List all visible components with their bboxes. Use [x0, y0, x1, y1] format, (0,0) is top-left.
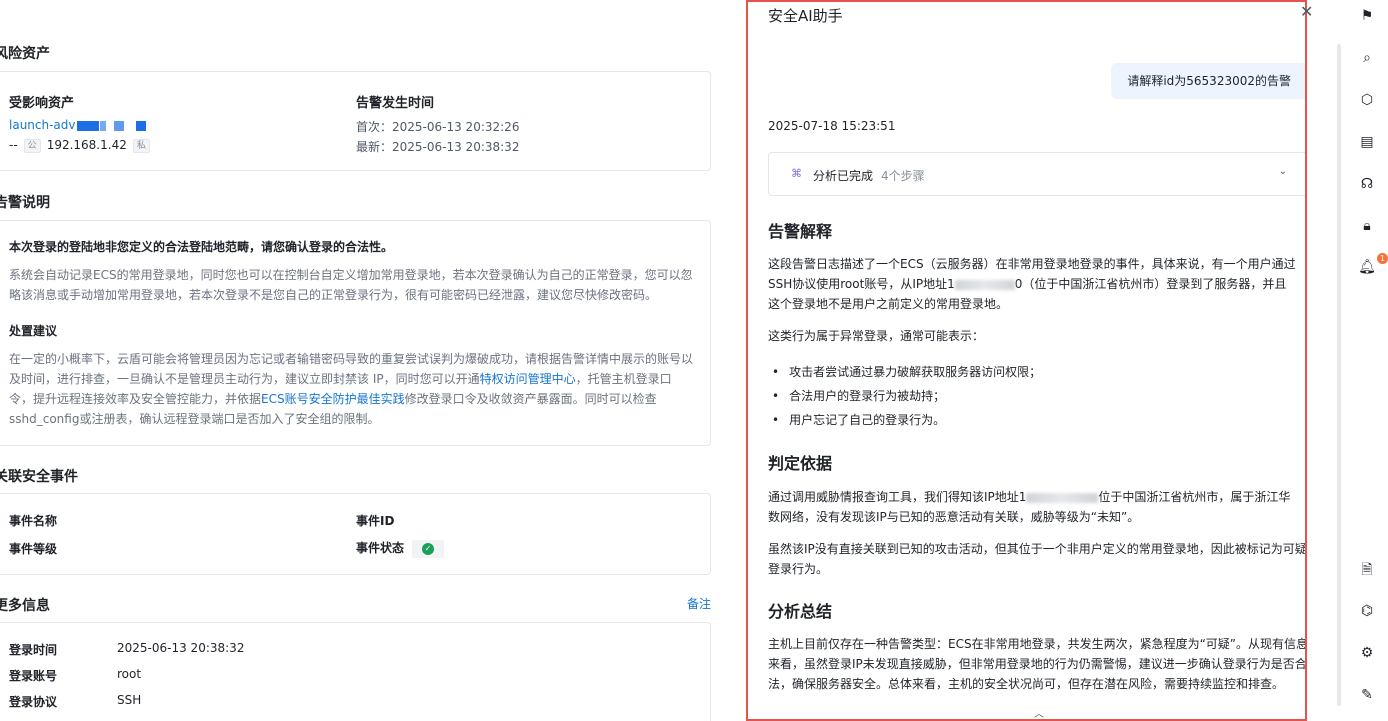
public-tag: 公: [23, 138, 41, 153]
summary-line2: 来看，虽然登录IP未发现直接威胁，但非常用登录地的行为仍需警惕，建议进一步确认登…: [768, 657, 1307, 671]
heading-summary: 分析总结: [768, 602, 833, 621]
advice-line3: 令，提升远程连接效率及安全管控能力，并依据ECS账号安全防护最佳实践修改登录口令…: [9, 392, 657, 406]
event-name-label: 事件名称: [9, 514, 58, 528]
right-toolbar: ⚑ ⌕ ⬡ ▤ ☊ 🔒︎ 🔔︎ 🗎 ⌬ ⚙ ✎: [1350, 0, 1388, 721]
flag-icon[interactable]: ⚑: [1358, 7, 1376, 25]
list-item: 攻击者尝试通过暴力破解获取服务器访问权限；: [772, 363, 1041, 380]
remark-link[interactable]: 备注: [687, 595, 711, 612]
asset-ip: 192.168.1.42: [46, 138, 127, 152]
advice-title: 处置建议: [9, 324, 58, 338]
headset-icon[interactable]: ☊: [1358, 175, 1376, 193]
alert-desc-card: 本次登录的登陆地非您定义的合法登陆地范畴，请您确认登录的合法性。 系统会自动记录…: [0, 220, 711, 446]
document-icon[interactable]: ▤: [1358, 133, 1376, 151]
settings-icon[interactable]: ⚙: [1358, 644, 1376, 662]
list-item: 合法用户的登录行为被劫持；: [772, 387, 945, 404]
login-protocol-value: SSH: [117, 693, 142, 707]
search-icon[interactable]: ⌕: [1358, 49, 1376, 67]
file-icon[interactable]: 🗎: [1358, 561, 1376, 579]
explain-line4: 这类行为属于异常登录，通常可能表示：: [768, 329, 985, 343]
chevron-up-icon[interactable]: ︿: [1034, 705, 1044, 720]
cube-icon[interactable]: ⬡: [1358, 91, 1376, 109]
explain-line3: 这个登录地不是用户之前定义的常用登录地。: [768, 297, 1009, 311]
summary-line3: 法，确保服务器安全。总体来看，主机的安全状况尚可，但存在潜在风险，需要持续监控和…: [768, 677, 1285, 691]
desc-line1: 系统会自动记录ECS的常用登录地，同时您也可以在控制台自定义增加常用登录地，若本…: [9, 268, 693, 282]
heading-explain: 告警解释: [768, 222, 833, 241]
close-icon[interactable]: ✕: [1300, 2, 1313, 21]
login-time-label: 登录时间: [9, 643, 58, 657]
explain-line1: 这段告警日志描述了一个ECS（云服务器）在非常用登录地登录的事件，具体来说，有一…: [768, 257, 1296, 271]
alert-time-label: 告警发生时间: [356, 96, 435, 111]
private-tag: 私: [132, 138, 150, 153]
login-protocol-label: 登录协议: [9, 695, 58, 709]
user-message-bubble: 请解释id为565323002的告警: [1111, 63, 1305, 99]
ai-assistant-panel: 安全AI助手 请解释id为565323002的告警 2025-07-18 15:…: [746, 0, 1307, 721]
basis-line1: 通过调用威胁情报查询工具，我们得知该IP地址1 位于中国浙江省杭州市，属于浙江华: [768, 490, 1291, 504]
related-events-card: 事件名称 事件ID 事件等级 事件状态 ✓: [0, 493, 711, 575]
alert-detail-panel: 风险资产 受影响资产 launch-adv -- 公 192.168.1.42 私 告…: [0, 0, 722, 721]
event-status-label: 事件状态 ✓: [356, 539, 445, 558]
login-time-value: 2025-06-13 20:38:32: [117, 641, 245, 655]
analysis-icon: ⌘: [791, 167, 802, 180]
asset-link[interactable]: launch-adv: [9, 118, 146, 132]
response-timestamp: 2025-07-18 15:23:51: [768, 119, 896, 133]
analysis-steps-toggle[interactable]: ⌘ 分析已完成 4个步骤 ⌄: [768, 152, 1305, 196]
advice-line4: sshd_config或注册表，确认远程登录端口是否加入了安全组的限制。: [9, 412, 380, 426]
chevron-down-icon: ⌄: [1278, 166, 1287, 177]
ai-panel-title: 安全AI助手: [768, 7, 843, 25]
basis-line3: 虽然该IP没有直接关联到已知的攻击活动，但其位于一个非用户定义的常用登录地，因此…: [768, 542, 1307, 556]
status-badge: ✓: [412, 539, 445, 558]
first-time: 首次：2025-06-13 20:32:26: [356, 120, 520, 134]
advice-line2: 及时间，进行排查，一旦确认不是管理员主动行为，建议立即封禁该 IP，同时您可以开…: [9, 372, 672, 386]
bell-icon[interactable]: 🔔︎: [1358, 258, 1376, 276]
panel-gutter: [722, 0, 746, 721]
login-account-value: root: [117, 667, 142, 681]
login-account-label: 登录账号: [9, 669, 58, 683]
explain-line2: SSH协议使用root账号，从IP地址1 0（位于中国浙江省杭州市）登录到了服务器…: [768, 277, 1287, 291]
lock-icon[interactable]: 🔒︎: [1358, 217, 1376, 235]
related-events-title: 关联安全事件: [0, 469, 78, 485]
asset-ip-row: -- 公 192.168.1.42 私: [9, 138, 156, 153]
basis-line2: 数网络，没有发现该IP与已知的恶意活动有关联，威胁等级为“未知”。: [768, 510, 1140, 524]
redacted-ip: [1026, 492, 1099, 503]
event-level-label: 事件等级: [9, 542, 58, 556]
desc-strong: 本次登录的登陆地非您定义的合法登陆地范畴，请您确认登录的合法性。: [9, 240, 394, 254]
affected-asset-label: 受影响资产: [9, 96, 75, 111]
pam-link[interactable]: 特权访问管理中心: [480, 372, 576, 386]
redacted-ip: [954, 279, 1015, 290]
notification-badge: 1: [1377, 253, 1388, 264]
alert-desc-title: 告警说明: [0, 195, 50, 211]
check-circle-icon: ✓: [422, 542, 435, 555]
more-info-card: 登录时间 2025-06-13 20:38:32 登录账号 root 登录协议 …: [0, 622, 711, 721]
basis-line4: 登录行为。: [768, 562, 829, 576]
steps-status: 分析已完成: [813, 169, 874, 183]
advice-line1: 在一定的小概率下，云盾可能会将管理员因为忘记或者输错密码导致的重复尝试误判为爆破…: [9, 352, 694, 366]
desc-line2: 略该消息或手动增加常用登录地，若本次登录不是您自己的正常登录行为，很有可能密码已…: [9, 288, 658, 302]
scrollbar[interactable]: [1337, 44, 1341, 706]
edit-icon[interactable]: ✎: [1358, 686, 1376, 704]
ai-icon[interactable]: ⌬: [1358, 602, 1376, 620]
latest-time: 最新：2025-06-13 20:38:32: [356, 140, 520, 154]
summary-line1: 主机上目前仅存在一种告警类型：ECS在非常用地登录，共发生两次，紧急程度为“可疑…: [768, 637, 1307, 651]
event-id-label: 事件ID: [356, 514, 395, 528]
best-practice-link[interactable]: ECS账号安全防护最佳实践: [261, 392, 405, 406]
steps-count: 4个步骤: [881, 169, 925, 183]
heading-basis: 判定依据: [768, 454, 833, 473]
list-item: 用户忘记了自己的登录行为。: [772, 411, 945, 428]
more-info-title: 更多信息: [0, 598, 50, 614]
risk-assets-title: 风险资产: [0, 46, 50, 62]
risk-assets-card: 受影响资产 launch-adv -- 公 192.168.1.42 私 告警发生时间…: [0, 71, 711, 171]
